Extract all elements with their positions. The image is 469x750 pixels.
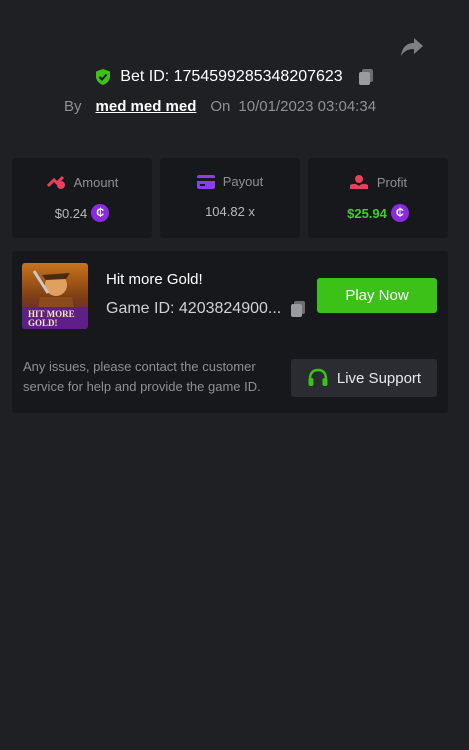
coin-icon: ₵ xyxy=(390,204,409,222)
payout-card: Payout 104.82 x xyxy=(160,158,300,238)
payout-label: Payout xyxy=(222,174,264,189)
live-support-button[interactable]: Live Support xyxy=(291,359,437,397)
game-info-card: HIT MORE GOLD! Hit more Gold! Game ID: 4… xyxy=(12,251,448,413)
copy-bet-id-button[interactable] xyxy=(357,68,375,86)
on-label: On xyxy=(210,98,231,115)
play-now-button[interactable]: Play Now xyxy=(317,278,437,313)
game-id-text: Game ID: 4203824900... xyxy=(106,300,282,317)
support-notice: Any issues, please contact the customer … xyxy=(23,359,261,394)
game-id-row: Game ID: 4203824900... xyxy=(106,300,307,318)
game-thumbnail[interactable]: HIT MORE GOLD! xyxy=(22,263,88,329)
live-support-label: Live Support xyxy=(336,369,422,387)
amount-card: Amount $0.24 ₵ xyxy=(12,158,152,238)
copy-game-id-button[interactable] xyxy=(289,300,307,318)
svg-text:GOLD!: GOLD! xyxy=(28,318,58,328)
share-button[interactable] xyxy=(399,36,425,58)
bet-id-text: Bet ID: 1754599285348207623 xyxy=(120,68,343,85)
amount-icon xyxy=(46,175,65,189)
copy-icon xyxy=(291,301,306,317)
share-icon xyxy=(401,38,423,56)
profit-hand-icon xyxy=(349,175,368,189)
coin-icon: ₵ xyxy=(91,204,110,222)
profit-label: Profit xyxy=(376,174,408,190)
username-link[interactable]: med med med xyxy=(96,98,197,115)
verified-shield-icon xyxy=(94,68,112,86)
bet-id-row: Bet ID: 1754599285348207623 xyxy=(0,68,469,86)
profit-card: Profit $25.94 ₵ xyxy=(308,158,448,238)
amount-label: Amount xyxy=(73,174,119,190)
profit-value: $25.94 xyxy=(347,205,387,221)
by-label: By xyxy=(64,98,82,115)
copy-icon xyxy=(358,69,373,85)
bet-details-page: Bet ID: 1754599285348207623 By med med m… xyxy=(0,0,469,750)
bet-author-row: By med med med On 10/01/2023 03:04:34 xyxy=(64,98,376,115)
payout-value: 104.82 x xyxy=(205,204,255,219)
headset-icon xyxy=(308,368,328,386)
payout-card-icon xyxy=(196,174,215,189)
game-title: Hit more Gold! xyxy=(106,271,203,288)
bet-datetime: 10/01/2023 03:04:34 xyxy=(238,98,377,115)
amount-value: $0.24 xyxy=(54,205,88,221)
game-thumbnail-art: HIT MORE GOLD! xyxy=(22,263,88,329)
